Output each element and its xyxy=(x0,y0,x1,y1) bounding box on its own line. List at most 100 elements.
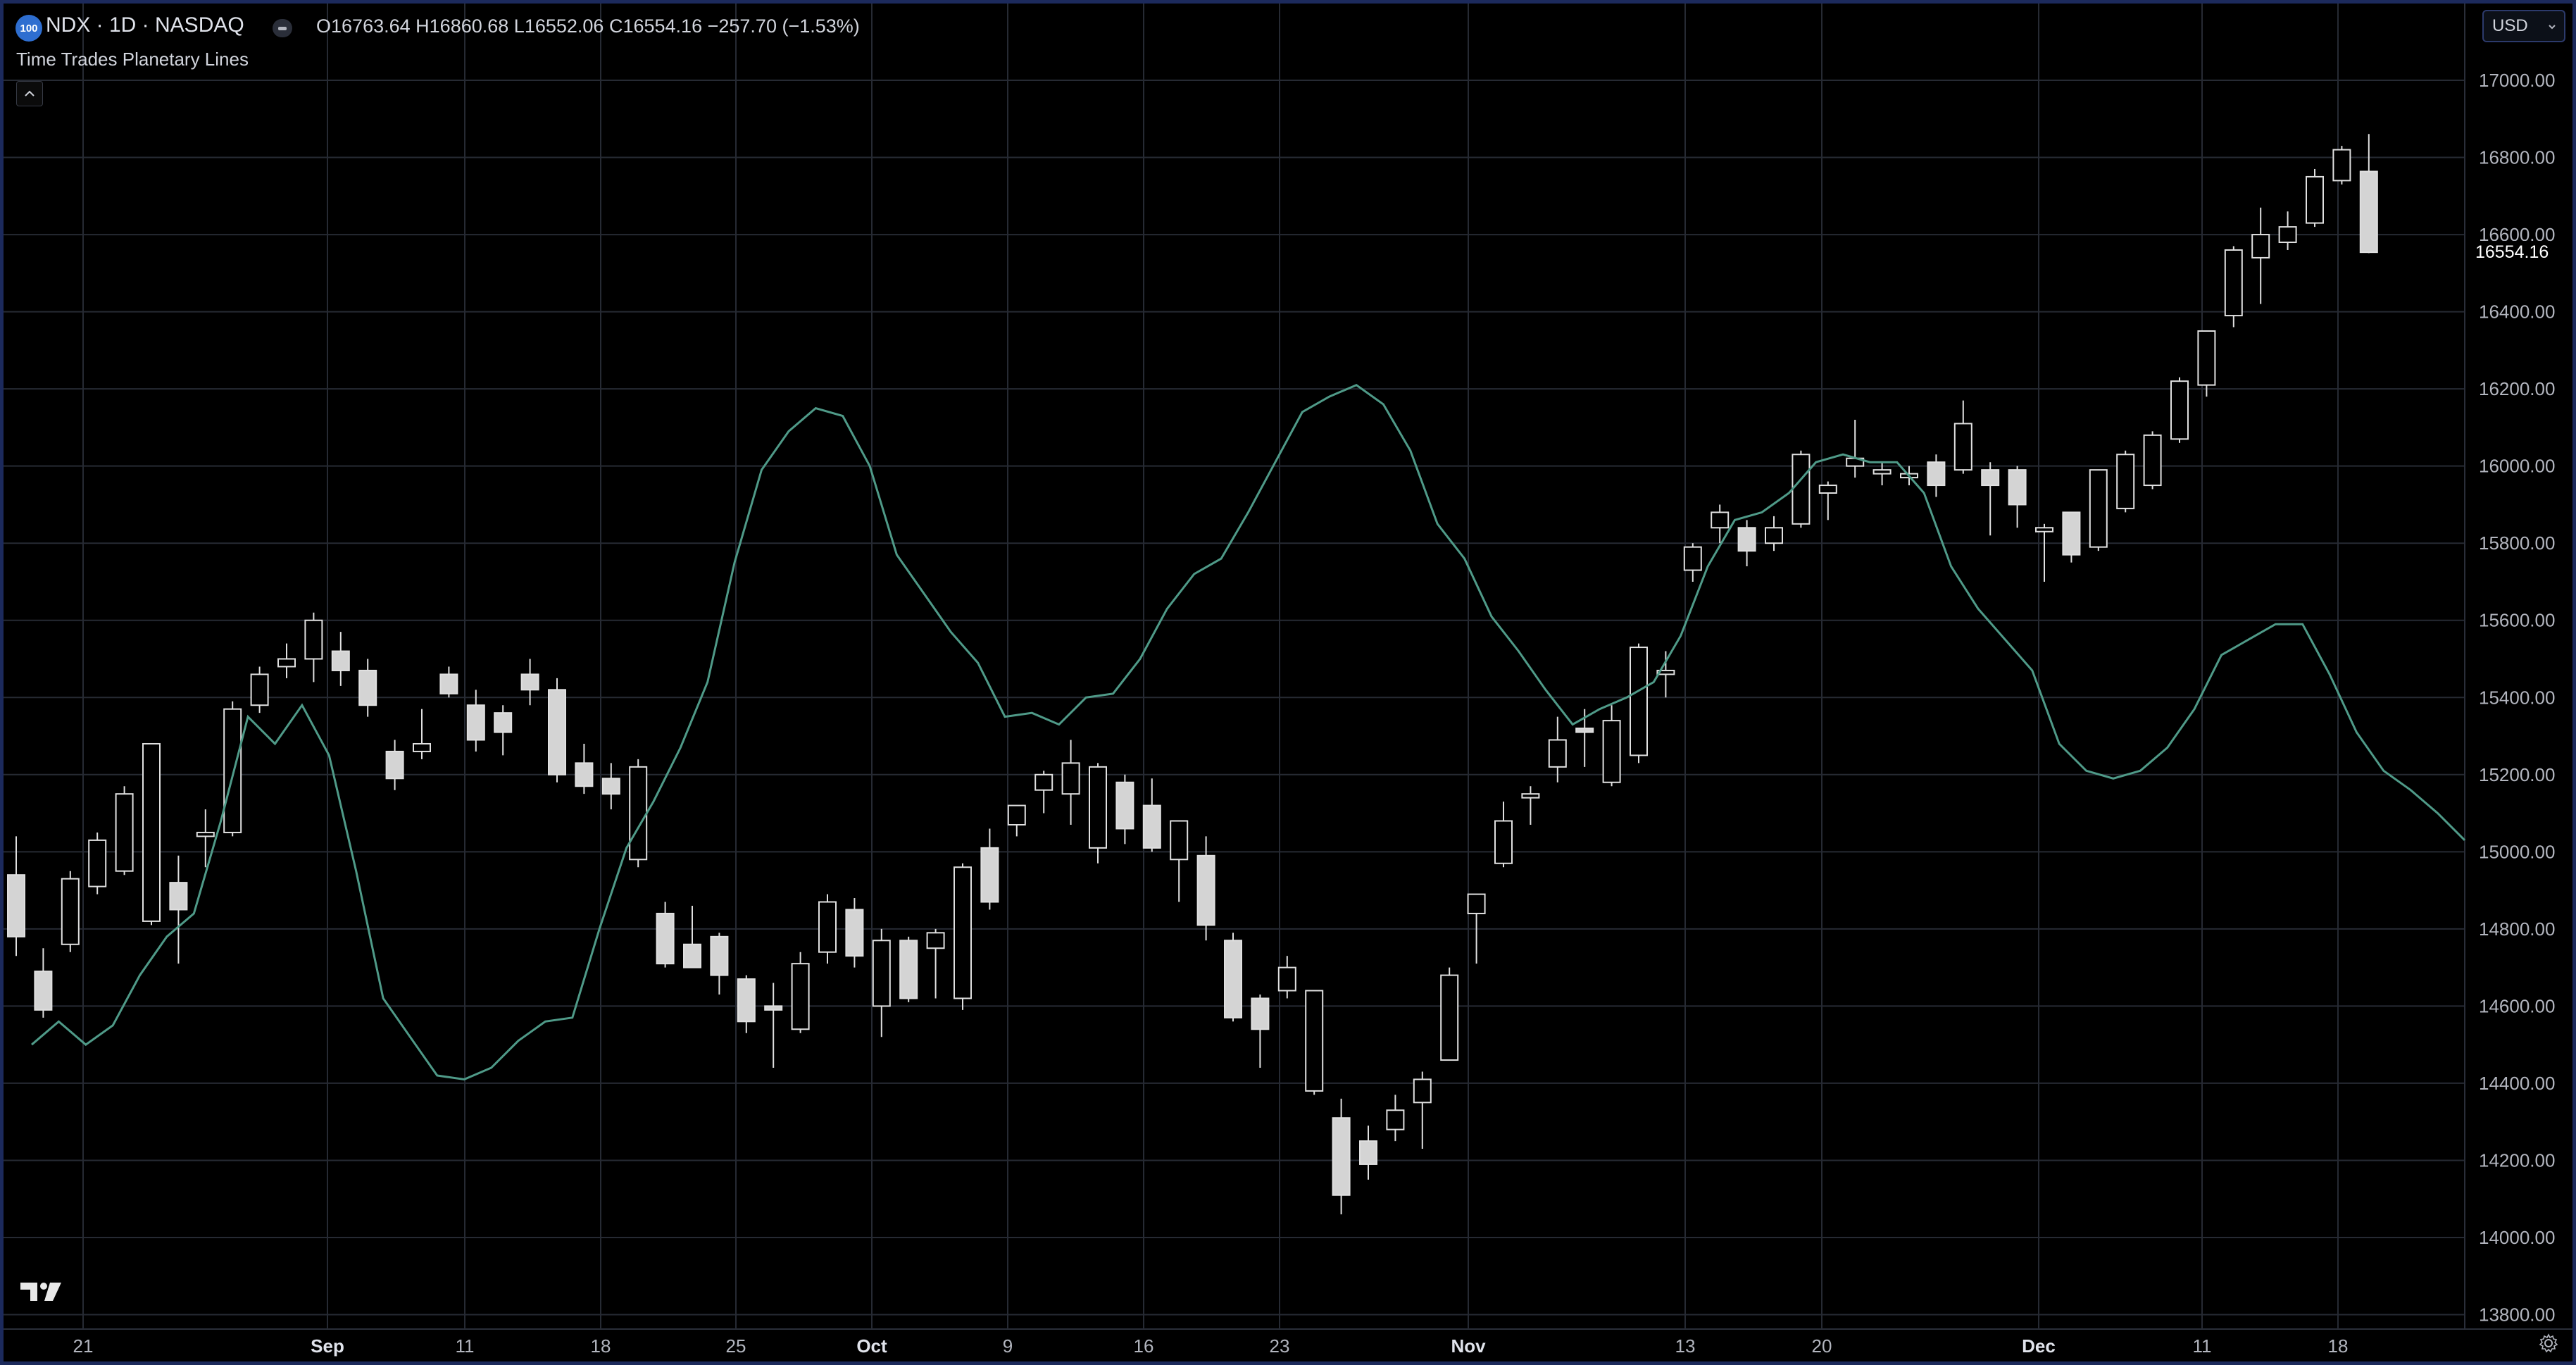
chart-frame: 17000.00 16800.00 16600.00 16400.00 16200.00… xyxy=(4,4,2572,1361)
candle-body xyxy=(277,658,296,668)
candle-body xyxy=(926,932,945,949)
candle-body xyxy=(1332,1117,1351,1196)
candle xyxy=(2089,469,2108,551)
candle-body xyxy=(1981,469,2000,487)
candle-body xyxy=(954,866,972,999)
candle xyxy=(1792,450,1811,528)
time-axis-label: Sep xyxy=(311,1335,344,1357)
candle xyxy=(2224,246,2243,328)
symbol-title[interactable]: NDX · 1D · NASDAQ xyxy=(46,13,244,37)
candle-body xyxy=(115,793,134,872)
candle-body xyxy=(439,673,458,694)
plot-background xyxy=(4,4,2572,1361)
candle-body xyxy=(2116,454,2135,509)
candle-body xyxy=(1575,728,1594,733)
candle-body xyxy=(980,847,999,903)
time-axis-label: 18 xyxy=(591,1335,611,1357)
candle xyxy=(1224,933,1242,1022)
candle-body xyxy=(494,712,513,733)
candle-body xyxy=(1196,854,1215,926)
candle xyxy=(2170,377,2189,443)
price-axis-label: 14400.00 xyxy=(2479,1073,2555,1094)
candle xyxy=(223,701,242,837)
candle-body xyxy=(2035,527,2053,532)
candle xyxy=(115,786,134,875)
candle-body xyxy=(1170,820,1189,861)
symbol-badge-icon: 100 xyxy=(15,15,42,42)
candle-body xyxy=(818,901,837,953)
candle-body xyxy=(1089,766,1107,849)
chevron-down-icon xyxy=(2549,25,2556,30)
price-axis-label: 16400.00 xyxy=(2479,301,2555,323)
price-axis-label: 14200.00 xyxy=(2479,1149,2555,1171)
candle-body xyxy=(1359,1140,1377,1165)
candle xyxy=(61,871,80,952)
candle xyxy=(954,863,972,1010)
indicator-legend-title[interactable]: Time Trades Planetary Lines xyxy=(16,49,249,70)
candle-body xyxy=(1386,1109,1405,1130)
candle-body xyxy=(1737,527,1756,552)
candle-body xyxy=(548,689,566,775)
candle-body xyxy=(7,874,25,937)
candle-body xyxy=(2332,149,2351,182)
candle-body xyxy=(304,619,323,660)
candle-body xyxy=(196,831,215,837)
candle xyxy=(899,936,918,1002)
price-axis-label: 15800.00 xyxy=(2479,532,2555,554)
collapse-legend-button[interactable] xyxy=(16,81,43,106)
candle xyxy=(2306,168,2324,228)
price-axis-label: 15000.00 xyxy=(2479,841,2555,862)
candle-body xyxy=(737,978,756,1023)
candle-body xyxy=(1115,781,1134,830)
candle-body xyxy=(466,704,485,741)
candle xyxy=(1089,763,1107,864)
candle-body xyxy=(2224,249,2243,317)
open-value: 16763.64 xyxy=(331,15,411,37)
candle-body xyxy=(1548,739,1567,768)
candle-body xyxy=(2008,469,2027,506)
candle-body xyxy=(223,708,242,833)
last-price-label: 16554.16 xyxy=(2474,241,2551,264)
market-status-icon[interactable] xyxy=(273,19,292,37)
candle-body xyxy=(629,766,648,861)
candle-body xyxy=(1630,647,1648,756)
candle-body xyxy=(413,742,431,752)
time-axis-label: 16 xyxy=(1134,1335,1154,1357)
high-label: H xyxy=(415,15,430,37)
candle-body xyxy=(1467,893,1486,914)
candle xyxy=(1630,643,1648,763)
candle xyxy=(1305,990,1324,1095)
candle-body xyxy=(2251,234,2270,258)
currency-value: USD xyxy=(2492,16,2528,35)
candle-body xyxy=(250,673,269,706)
price-axis-label: 13800.00 xyxy=(2479,1304,2555,1326)
candle-body xyxy=(1521,793,1540,799)
gear-icon[interactable] xyxy=(2539,1333,2558,1353)
price-axis-label: 15400.00 xyxy=(2479,687,2555,708)
candle xyxy=(2143,431,2162,490)
grid-layer xyxy=(4,4,2572,1361)
time-axis-label: 21 xyxy=(73,1335,94,1357)
candle-body xyxy=(2359,170,2378,254)
candle-body xyxy=(656,912,675,965)
chart-canvas[interactable]: 17000.0016800.0016600.0016400.0016200.00… xyxy=(4,4,2572,1361)
currency-select[interactable]: USD xyxy=(2482,10,2565,42)
candle-body xyxy=(1602,720,1621,783)
candle-body xyxy=(1413,1078,1432,1104)
candle-body xyxy=(358,669,377,706)
candle xyxy=(2332,146,2351,185)
candle-body xyxy=(764,1005,783,1011)
price-axis-label: 16200.00 xyxy=(2479,378,2555,399)
tradingview-logo-icon[interactable] xyxy=(19,1280,64,1304)
candle xyxy=(1440,967,1459,1061)
candle-body xyxy=(872,940,891,1007)
time-axis-label: Dec xyxy=(2022,1335,2056,1357)
candle-body xyxy=(2306,175,2324,224)
time-axis-label: 9 xyxy=(1003,1335,1013,1357)
chevron-up-icon xyxy=(25,90,35,96)
candle-body xyxy=(142,742,161,922)
candle-body xyxy=(1305,990,1324,1092)
candle xyxy=(791,952,810,1033)
candle xyxy=(142,742,161,925)
price-axis-label: 16800.00 xyxy=(2479,147,2555,168)
